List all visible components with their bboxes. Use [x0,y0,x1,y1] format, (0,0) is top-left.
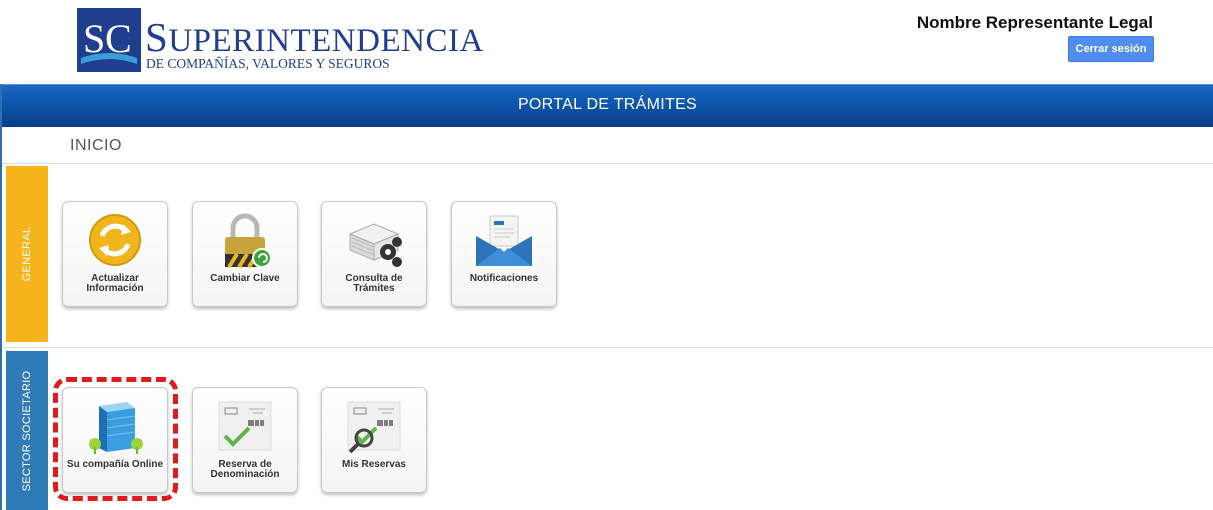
tile-notificaciones[interactable]: Notificaciones [451,201,557,307]
logo-subtitle: DE COMPAÑÍAS, VALORES Y SEGUROS [146,56,390,71]
tile-actualizar-informacion[interactable]: Actualizar Información [62,201,168,307]
envelope-icon [476,215,532,266]
superintendencia-logo[interactable]: S C SUPERINTENDENCIA DE COMPAÑÍAS, VALOR… [77,8,483,78]
tile-reserva-denominacion[interactable]: Reserva de Denominación [192,387,298,493]
sc-logo-icon: S C [77,8,141,72]
tile-label: Mis Reservas [342,459,406,470]
tile-label: Actualizar Información [86,273,144,294]
portal-banner: PORTAL DE TRÁMITES [2,84,1213,127]
highlight-annotation [53,377,178,501]
section-tab-general: GENERAL [6,166,48,342]
divider [2,347,1213,348]
tile-label: Reserva de Denominación [210,459,280,480]
document-search-icon [347,401,401,454]
header: S C SUPERINTENDENCIA DE COMPAÑÍAS, VALOR… [0,0,1213,84]
documents-gears-icon [348,223,402,267]
refresh-icon [89,214,141,266]
divider [2,163,1213,164]
portal-title: PORTAL DE TRÁMITES [517,96,698,113]
tile-label: Cambiar Clave [210,273,280,284]
tile-mis-reservas[interactable]: Mis Reservas [321,387,427,493]
tile-cambiar-clave[interactable]: Cambiar Clave [192,201,298,307]
user-name: Nombre Representante Legal [916,13,1153,32]
svg-text:C: C [105,16,132,61]
svg-text:S: S [83,16,105,61]
logout-button[interactable]: Cerrar sesión [1068,36,1154,62]
tile-label: Notificaciones [469,273,539,284]
document-check-icon [218,401,272,451]
tile-consulta-tramites[interactable]: Consulta de Trámites [321,201,427,307]
breadcrumb[interactable]: INICIO [70,137,122,155]
section-tab-societario: SECTOR SOCIETARIO [6,351,48,510]
logo-title: SUPERINTENDENCIA [145,14,484,60]
padlock-icon [225,213,272,268]
tile-label: Consulta de Trámites [345,273,403,294]
